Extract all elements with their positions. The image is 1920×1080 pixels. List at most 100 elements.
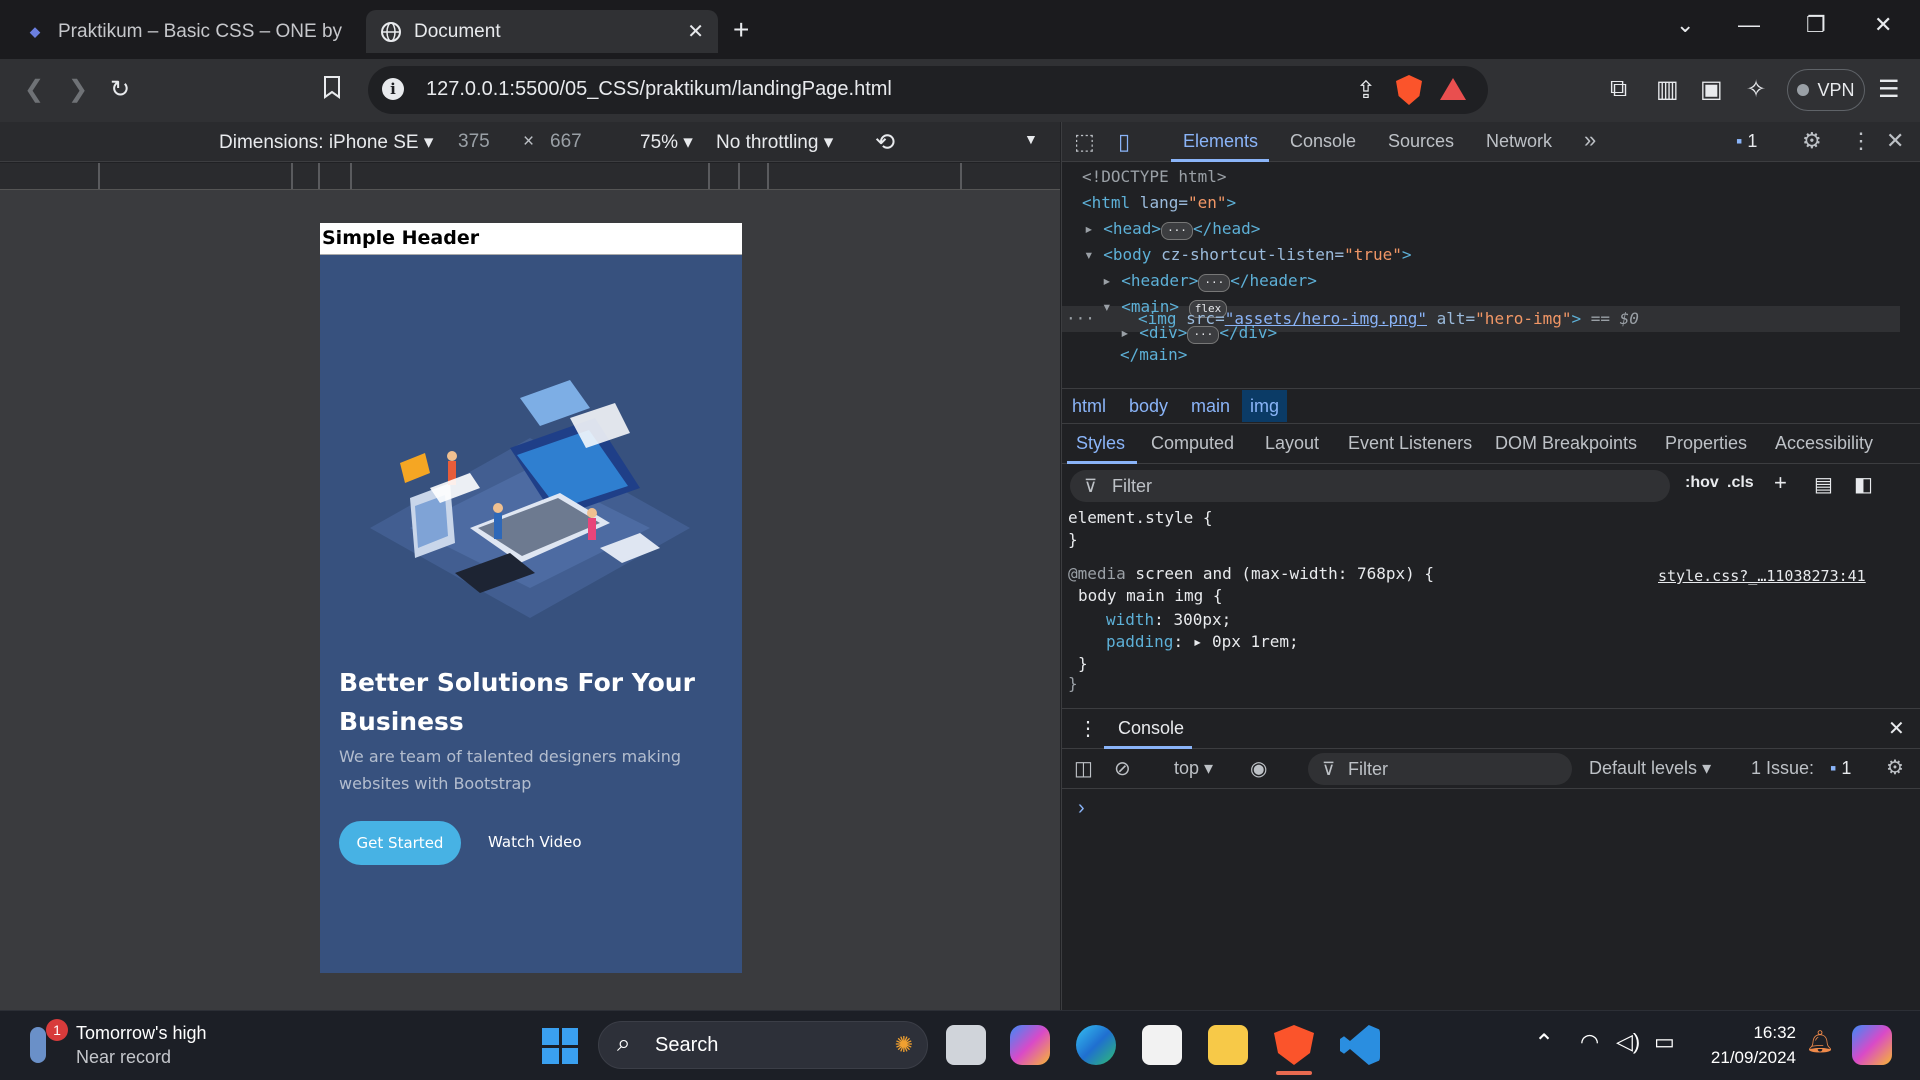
more-tabs-icon[interactable]: » xyxy=(1584,127,1596,153)
vpn-button[interactable]: VPN xyxy=(1787,69,1865,111)
issues-counter[interactable]: ▪ 1 xyxy=(1736,131,1757,152)
tab-elements[interactable]: Elements xyxy=(1183,131,1258,152)
system-clock[interactable]: 16:32 21/09/2024 xyxy=(1696,1020,1796,1070)
breadcrumb-img[interactable]: img xyxy=(1242,390,1288,422)
breadcrumb-body[interactable]: body xyxy=(1129,396,1168,417)
thermometer-icon[interactable] xyxy=(30,1027,46,1063)
device-toggle-icon[interactable]: ▯ xyxy=(1118,129,1130,155)
device-width-input[interactable]: 375 xyxy=(458,131,490,153)
stylesheet-source-link[interactable]: style.css?_…11038273:41 xyxy=(1658,565,1866,587)
vscode-icon[interactable] xyxy=(1340,1025,1380,1065)
console-settings-icon[interactable]: ⚙ xyxy=(1886,755,1904,780)
leo-ai-icon[interactable]: ✧ xyxy=(1746,75,1766,104)
device-options-icon[interactable]: ▼ xyxy=(1024,131,1038,147)
task-view-icon[interactable] xyxy=(946,1025,986,1065)
clear-console-icon[interactable]: ⊘ xyxy=(1114,756,1131,781)
battery-icon[interactable]: ▭ xyxy=(1654,1029,1675,1055)
device-dimensions-select[interactable]: Dimensions: iPhone SE ▾ xyxy=(219,131,433,154)
hov-toggle[interactable]: :hov xyxy=(1685,474,1719,492)
tab-praktikum[interactable]: ◆ Praktikum – Basic CSS – ONE by Alt xyxy=(10,10,360,53)
sidebar-icon[interactable]: ▥ xyxy=(1656,75,1679,104)
inspect-element-icon[interactable]: ⬚ xyxy=(1074,129,1095,155)
cls-toggle[interactable]: .cls xyxy=(1727,474,1754,492)
brave-taskbar-icon[interactable] xyxy=(1274,1025,1314,1065)
back-icon[interactable]: ❮ xyxy=(24,75,44,104)
bookmark-icon[interactable] xyxy=(322,75,342,106)
drawer-menu-icon[interactable]: ⋮ xyxy=(1078,716,1098,741)
microsoft-store-icon[interactable] xyxy=(1142,1025,1182,1065)
console-sidebar-icon[interactable]: ◫ xyxy=(1074,756,1093,781)
rule-selector[interactable]: body main img { xyxy=(1078,585,1223,607)
console-prompt[interactable]: › xyxy=(1078,797,1085,820)
minimize-icon[interactable]: — xyxy=(1738,12,1760,38)
restore-icon[interactable]: ❐ xyxy=(1806,12,1826,38)
weather-widget[interactable]: Tomorrow's high Near record xyxy=(76,1021,206,1069)
url-text[interactable]: 127.0.0.1:5500/05_CSS/praktikum/landingP… xyxy=(426,78,892,101)
dom-body-node[interactable]: ▾ <body cz-shortcut-listen="true"> xyxy=(1084,242,1412,268)
address-bar[interactable]: i 127.0.0.1:5500/05_CSS/praktikum/landin… xyxy=(368,66,1488,114)
tab-document[interactable]: Document ✕ xyxy=(366,10,718,53)
share-icon[interactable]: ⇪ xyxy=(1356,76,1376,105)
toggle-sidebar-icon[interactable]: ◧ xyxy=(1854,472,1873,497)
rotate-icon[interactable]: ⟲ xyxy=(875,128,895,157)
width-declaration[interactable]: width: 300px; xyxy=(1106,609,1231,631)
dom-main-close[interactable]: </main> xyxy=(1120,342,1187,368)
console-drawer-tab[interactable]: Console xyxy=(1118,718,1184,739)
reload-icon[interactable]: ↻ xyxy=(110,75,130,104)
tab-network[interactable]: Network xyxy=(1486,131,1552,152)
tab-sources[interactable]: Sources xyxy=(1388,131,1454,152)
taskbar-search[interactable]: ⌕ Search ✺ xyxy=(598,1021,928,1069)
dom-doctype[interactable]: <!DOCTYPE html> xyxy=(1082,164,1227,190)
element-style-rule[interactable]: element.style { xyxy=(1068,507,1213,529)
settings-gear-icon[interactable]: ⚙ xyxy=(1802,128,1822,154)
device-height-input[interactable]: 667 xyxy=(550,131,582,153)
edge-icon[interactable] xyxy=(1076,1025,1116,1065)
dom-img-node[interactable]: <img src="assets/hero-img.png" alt="hero… xyxy=(1138,306,1639,332)
styles-filter-input[interactable]: ⊽ Filter xyxy=(1070,470,1670,502)
padding-declaration[interactable]: padding: ▸ 0px 1rem; xyxy=(1106,631,1299,653)
live-expression-eye-icon[interactable]: ◉ xyxy=(1250,756,1267,781)
new-rule-icon[interactable]: + xyxy=(1774,470,1787,496)
zoom-select[interactable]: 75% ▾ xyxy=(640,131,693,154)
tab-search-chevron-icon[interactable]: ⌄ xyxy=(1676,12,1694,38)
kebab-menu-icon[interactable]: ⋮ xyxy=(1850,128,1872,154)
console-issues-label[interactable]: 1 Issue: xyxy=(1751,758,1814,779)
wallet-icon[interactable]: ▣ xyxy=(1700,75,1723,104)
throttling-select[interactable]: No throttling ▾ xyxy=(716,131,833,154)
row-actions-icon[interactable]: ··· xyxy=(1066,306,1095,332)
breadcrumb-main[interactable]: main xyxy=(1191,396,1230,417)
copilot-pre-icon[interactable] xyxy=(1852,1025,1892,1065)
menu-icon[interactable]: ☰ xyxy=(1878,75,1900,104)
notification-bell-icon[interactable]: 🔔︎ xyxy=(1806,1029,1834,1055)
site-info-icon[interactable]: i xyxy=(382,78,404,100)
context-select[interactable]: top ▾ xyxy=(1174,758,1213,779)
volume-icon[interactable]: ◁) xyxy=(1616,1029,1640,1055)
close-drawer-icon[interactable]: ✕ xyxy=(1888,716,1905,741)
dom-header-node[interactable]: ▸ <header> ··· </header> xyxy=(1102,268,1317,294)
brave-shields-icon[interactable] xyxy=(1396,75,1422,105)
close-window-icon[interactable]: ✕ xyxy=(1874,12,1892,38)
show-hidden-icons-icon[interactable]: ⌃ xyxy=(1534,1029,1554,1058)
dom-head-node[interactable]: ▸ <head> ··· </head> xyxy=(1084,216,1260,242)
breadcrumb-html[interactable]: html xyxy=(1072,396,1106,417)
console-issues-counter[interactable]: ▪ 1 xyxy=(1830,758,1851,779)
subtab-computed[interactable]: Computed xyxy=(1151,433,1234,454)
console-filter-input[interactable]: ⊽ Filter xyxy=(1308,753,1572,785)
dom-html-node[interactable]: <html lang="en"> xyxy=(1082,190,1236,216)
subtab-styles[interactable]: Styles xyxy=(1076,433,1125,454)
new-tab-icon[interactable]: + xyxy=(733,14,749,46)
subtab-dom-breakpoints[interactable]: DOM Breakpoints xyxy=(1495,433,1637,454)
copilot-icon[interactable] xyxy=(1010,1025,1050,1065)
extensions-icon[interactable]: ⧉ xyxy=(1610,75,1627,103)
brave-rewards-icon[interactable] xyxy=(1440,78,1466,100)
close-devtools-icon[interactable]: ✕ xyxy=(1886,128,1904,154)
subtab-properties[interactable]: Properties xyxy=(1665,433,1747,454)
log-levels-select[interactable]: Default levels ▾ xyxy=(1589,758,1711,779)
forward-icon[interactable]: ❯ xyxy=(68,75,88,104)
get-started-button[interactable]: Get Started xyxy=(339,821,461,865)
subtab-accessibility[interactable]: Accessibility xyxy=(1775,433,1873,454)
subtab-event-listeners[interactable]: Event Listeners xyxy=(1348,433,1472,454)
watch-video-link[interactable]: Watch Video xyxy=(488,833,582,851)
paint-brush-icon[interactable]: ▤ xyxy=(1814,472,1833,497)
wifi-icon[interactable]: ◠ xyxy=(1580,1029,1599,1055)
